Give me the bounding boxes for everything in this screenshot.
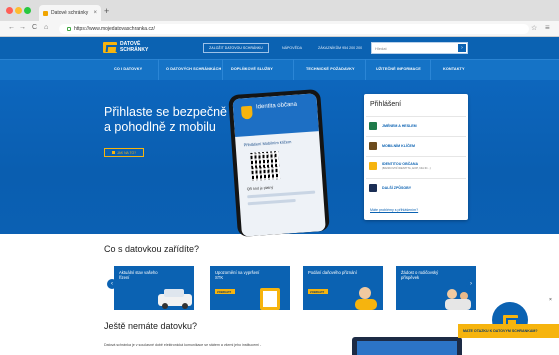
card-button[interactable]: ZOBRAZIT [308,289,328,294]
browser-tab[interactable]: Datové schránky × [39,5,101,21]
login-option-label: JMÉNEM A HESLEM [382,123,417,128]
nav-divider [293,59,294,80]
logo-text: DATOVÉ SCHRÁNKY [120,41,149,53]
laptop-screen [357,341,457,355]
phone-placeholder-line [247,190,316,199]
phone-screen: Identita občana Přihlášení Mobilním klíč… [232,93,326,237]
back-button[interactable]: ← [8,24,15,31]
phone-illustration: Identita občana Přihlášení Mobilním klíč… [228,88,330,238]
section-title-what: Co s datovkou zařídíte? [104,244,200,254]
tab-close-icon[interactable]: × [93,10,97,16]
identity-shield-icon [240,105,253,120]
identity-sublabel: (BANKOVNÍ IDENTITA, EOP, NIA ID...) [382,166,431,170]
nav-item-technicke-pozadavky[interactable]: TECHNICKÉ POŽADAVKY [306,67,355,71]
home-button[interactable]: ⌂ [44,24,48,31]
card-text: Aktuální stav vašeho řízení [119,270,158,280]
tab-title: Datové schránky [51,10,89,16]
nav-divider [222,59,223,80]
qr-code-icon [250,151,281,181]
phone-screen-body: Přihlášení Mobilním klíčem QR kód je pla… [235,131,324,212]
search-input[interactable]: Hledat › [371,42,468,54]
login-option-label: DALŠÍ ZPŮSOBY [382,185,412,190]
new-tab-button[interactable]: + [104,6,109,16]
identity-label: IDENTITOU OBČANA [382,161,419,166]
search-placeholder: Hledat [375,45,387,51]
forward-button[interactable]: → [19,24,26,31]
site-logo[interactable]: DATOVÉ SCHRÁNKY [103,41,148,53]
service-card[interactable]: Upozornění na vypršení STK ZOBRAZIT [210,266,290,310]
nav-item-uzitecne-informace[interactable]: UŽITEČNÉ INFORMACE [376,67,421,71]
phone-placeholder-line [247,198,296,206]
nav-divider [365,59,366,80]
phone-app-title: Identita občana [255,101,298,111]
phone-heading: Přihlášení Mobilním klíčem [243,139,292,148]
service-card[interactable]: Žádost o rodičovský příspěvek [396,266,476,310]
login-title: Přihlášení [370,101,402,108]
login-help-link[interactable]: Máte problémy s přihlášením? [370,208,418,212]
url-bar[interactable]: https://www.mojedatovaschranka.cz/ [59,24,529,34]
card-text: Upozornění na vypršení STK [215,270,260,280]
service-card[interactable]: Aktuální stav vašeho řízení [114,266,194,310]
login-option-label: IDENTITOU OBČANA (BANKOVNÍ IDENTITA, EOP… [382,162,431,171]
card-text: Žádost o rodičovský příspěvek [401,270,439,280]
browser-menu-icon[interactable]: ≡ [545,23,550,32]
create-box-button[interactable]: ZALOŽIT DATOVOU SCHRÁNKU [203,43,269,53]
logo-mark-icon [103,41,117,53]
service-card[interactable]: Podání daňového přiznání ZOBRAZIT [303,266,383,310]
chat-banner[interactable]: MATE OTAZKU K DATOVYM SCHRANKAM? [458,324,559,338]
password-icon [369,122,377,130]
main-navigation [0,59,559,80]
bookmark-star-icon[interactable]: ☆ [531,24,537,32]
card-button[interactable]: ZOBRAZIT [215,289,235,294]
browser-window: { "browser": { "tab_title": "Datové schr… [0,0,559,355]
site-header [0,37,559,59]
chat-close-icon[interactable]: × [549,297,552,303]
play-icon [111,151,115,154]
how-to-label: JAK NA TO? [116,150,137,155]
nav-item-doplnkove-sluzby[interactable]: DOPLŇKOVÉ SLUŽBY [231,67,273,71]
url-text: https://www.mojedatovaschranka.cz/ [74,26,155,32]
identity-icon [369,162,377,170]
other-methods-icon [369,184,377,192]
nav-divider [430,59,431,80]
login-option-password[interactable]: JMÉNEM A HESLEM [366,116,466,135]
hero-title: Přihlaste se bezpečně a pohodlně z mobil… [104,105,227,134]
how-to-button[interactable]: JAK NA TO? [104,148,144,157]
login-option-label: MOBILNÍM KLÍČEM [382,143,415,148]
search-button[interactable]: › [458,44,466,52]
nav-item-co-i-datovky[interactable]: CO I DATOVKY [114,67,142,71]
login-option-other[interactable]: DALŠÍ ZPŮSOBY [366,178,466,197]
contact-link[interactable]: ZÁKAZNÍKŮM 954 200 200 [318,46,362,50]
carousel-next-button[interactable]: › [466,279,476,289]
person-icon [355,287,377,310]
reload-button[interactable]: C [32,24,37,31]
phone-stk-icon [260,288,280,310]
card-text: Podání daňového přiznání [308,270,357,275]
maximize-window-button[interactable] [24,7,31,14]
nav-item-kontakty[interactable]: KONTAKTY [443,67,465,71]
car-icon [158,289,192,309]
minimize-window-button[interactable] [15,7,22,14]
help-link[interactable]: NÁPOVĚDA [282,46,302,50]
mobile-key-icon [369,142,377,150]
section-title-no-box: Ještě nemáte datovku? [104,321,198,331]
favicon-icon [43,10,48,16]
login-option-identity[interactable]: IDENTITOU OBČANA (BANKOVNÍ IDENTITA, EOP… [366,156,466,175]
no-box-text: Datová schránka je v současné době elekt… [104,343,262,347]
lock-icon [67,27,71,31]
phone-note: QR kód je platný [246,185,274,192]
close-window-button[interactable] [6,7,13,14]
nav-item-o-datovych-schrankach[interactable]: O DATOVÝCH SCHRÁNKÁCH [166,67,221,71]
phone-screen-header: Identita občana [232,93,319,138]
nav-divider [158,59,159,80]
login-option-mobile-key[interactable]: MOBILNÍM KLÍČEM [366,136,466,155]
